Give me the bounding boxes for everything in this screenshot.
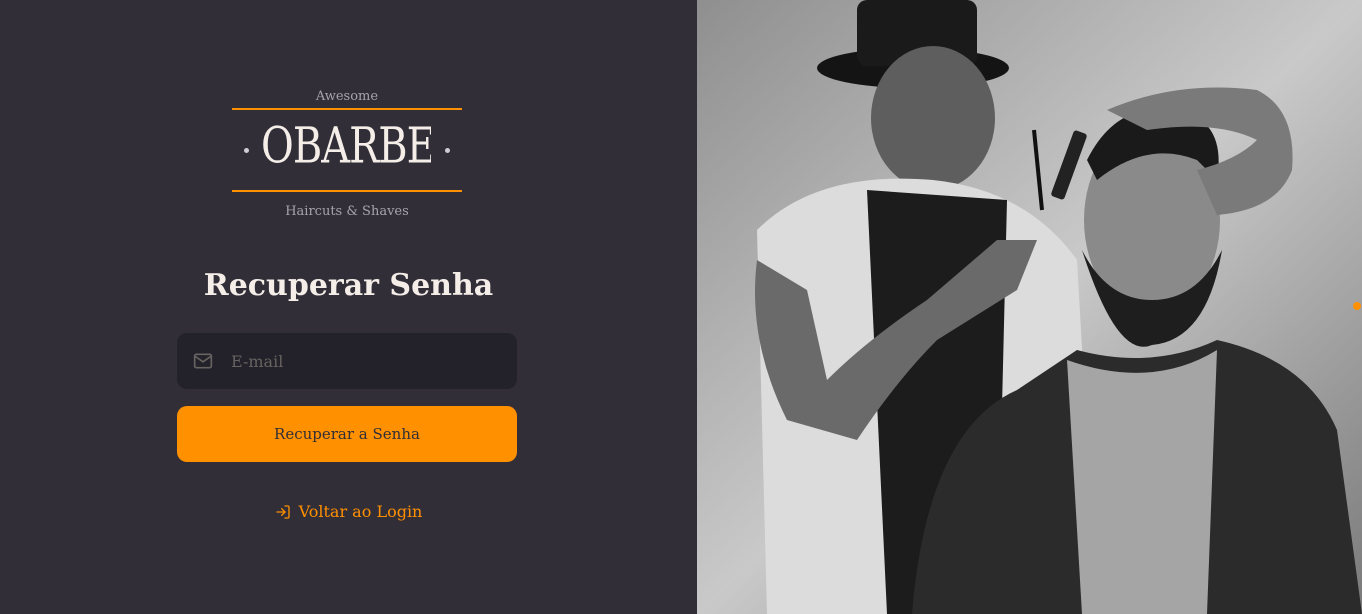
hero-image — [697, 0, 1362, 614]
logo-left-dot — [244, 147, 249, 153]
form-panel: Awesome GOBARBER Haircuts & Shaves Recup… — [0, 0, 697, 614]
back-to-login-label: Voltar ao Login — [298, 502, 423, 521]
log-in-icon — [275, 504, 291, 520]
email-field-container[interactable] — [177, 333, 517, 389]
logo-right-dot — [445, 147, 450, 153]
gobarber-logo: Awesome GOBARBER Haircuts & Shaves — [230, 86, 467, 222]
mail-icon — [193, 351, 213, 371]
logo-tagline-bottom: Haircuts & Shaves — [285, 204, 409, 219]
back-link-container: Voltar ao Login — [0, 502, 697, 524]
barber-photo-icon — [697, 0, 1362, 614]
logo-brand: GOBARBER — [230, 110, 467, 190]
svg-text:GOBARBER: GOBARBER — [263, 115, 431, 174]
gobarber-wordmark-icon: GOBARBER — [230, 115, 467, 174]
recover-password-button[interactable]: Recuperar a Senha — [177, 406, 517, 462]
logo-bottom-rule — [232, 190, 462, 192]
page-title: Recuperar Senha — [203, 268, 494, 303]
email-input[interactable] — [231, 351, 501, 371]
back-to-login-link[interactable]: Voltar ao Login — [275, 502, 423, 521]
logo-brand-name: GOBARBER — [230, 114, 467, 185]
logo-tagline-top: Awesome — [315, 89, 379, 104]
